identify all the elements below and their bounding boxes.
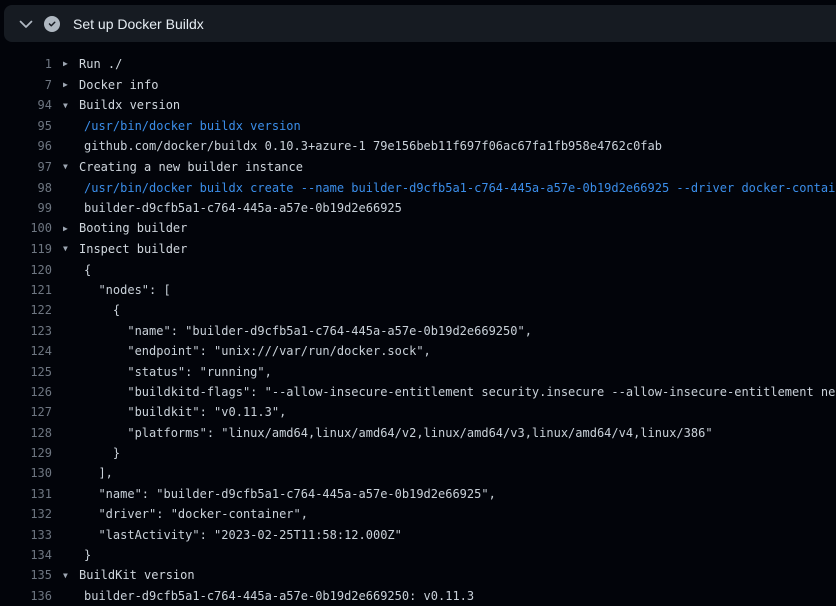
log-line-number[interactable]: 121 [0, 280, 52, 300]
log-output-text: "buildkitd-flags": "--allow-insecure-ent… [63, 382, 836, 402]
log-line: 98/usr/bin/docker buildx create --name b… [0, 178, 836, 198]
log-line: 132 "driver": "docker-container", [0, 504, 836, 524]
step-title: Set up Docker Buildx [73, 16, 204, 32]
log-line: 99 builder-d9cfb5a1-c764-445a-a57e-0b19d2… [0, 198, 836, 218]
log-line: 135 ▼BuildKit version [0, 565, 836, 586]
log-line-number[interactable]: 128 [0, 423, 52, 443]
log-line-number[interactable]: 1 [0, 54, 52, 75]
log-group-title[interactable]: Docker info [79, 78, 158, 92]
log-output-text: "platforms": "linux/amd64,linux/amd64/v2… [63, 423, 713, 443]
group-expanded-arrow-icon[interactable]: ▼ [63, 96, 79, 116]
group-collapsed-arrow-icon[interactable]: ▶ [63, 54, 79, 74]
log-command-text: /usr/bin/docker buildx version [63, 116, 301, 136]
log-line-number[interactable]: 122 [0, 300, 52, 320]
log-group-title[interactable]: BuildKit version [79, 568, 195, 582]
log-output-text: github.com/docker/buildx 0.10.3+azure-1 … [63, 136, 662, 156]
log-output-text: "status": "running", [63, 362, 272, 382]
log-line-number[interactable]: 126 [0, 382, 52, 402]
group-expanded-arrow-icon[interactable]: ▼ [63, 157, 79, 177]
log-line-number[interactable]: 130 [0, 463, 52, 483]
log-line: 130 ], [0, 463, 836, 483]
log-line-number[interactable]: 119 [0, 239, 52, 260]
log-line: 94 ▼Buildx version [0, 95, 836, 116]
group-collapsed-arrow-icon[interactable]: ▶ [63, 219, 79, 239]
log-line: 131 "name": "builder-d9cfb5a1-c764-445a-… [0, 484, 836, 504]
log-group-title[interactable]: Creating a new builder instance [79, 160, 303, 174]
log-line: 133 "lastActivity": "2023-02-25T11:58:12… [0, 525, 836, 545]
log-line: 126 "buildkitd-flags": "--allow-insecure… [0, 382, 836, 402]
log-line: 128 "platforms": "linux/amd64,linux/amd6… [0, 423, 836, 443]
log-output-text: ], [63, 463, 113, 483]
log-line: 127 "buildkit": "v0.11.3", [0, 402, 836, 422]
log-output-text: builder-d9cfb5a1-c764-445a-a57e-0b19d2e6… [63, 586, 474, 606]
log-line-number[interactable]: 97 [0, 157, 52, 178]
log-group-title[interactable]: Booting builder [79, 221, 187, 235]
log-line-number[interactable]: 132 [0, 504, 52, 524]
log-line-number[interactable]: 136 [0, 586, 52, 606]
log-output-text: } [63, 545, 91, 565]
log-output-text: "nodes": [ [63, 280, 171, 300]
log-group-title[interactable]: Buildx version [79, 98, 180, 112]
log-line-number[interactable]: 124 [0, 341, 52, 361]
log-line-number[interactable]: 7 [0, 75, 52, 96]
log-line: 119 ▼Inspect builder [0, 239, 836, 260]
log-line: 95/usr/bin/docker buildx version [0, 116, 836, 136]
log-line-number[interactable]: 131 [0, 484, 52, 504]
log-output-text: { [63, 260, 91, 280]
log-line-number[interactable]: 95 [0, 116, 52, 136]
log-line-number[interactable]: 96 [0, 136, 52, 156]
log-output-text: "lastActivity": "2023-02-25T11:58:12.000… [63, 525, 402, 545]
check-circle-icon [44, 16, 60, 32]
log-output-text: builder-d9cfb5a1-c764-445a-a57e-0b19d2e6… [63, 198, 402, 218]
log-line: 7 ▶Docker info [0, 75, 836, 96]
log-line: 129 } [0, 443, 836, 463]
log-line-number[interactable]: 135 [0, 565, 52, 586]
group-collapsed-arrow-icon[interactable]: ▶ [63, 75, 79, 95]
log-group-title[interactable]: Run ./ [79, 57, 122, 71]
log-line: 134} [0, 545, 836, 565]
log-line-number[interactable]: 125 [0, 362, 52, 382]
log-line-number[interactable]: 94 [0, 95, 52, 116]
step-header[interactable]: Set up Docker Buildx [4, 5, 836, 42]
log-line: 96 github.com/docker/buildx 0.10.3+azure-… [0, 136, 836, 156]
log-line-number[interactable]: 133 [0, 525, 52, 545]
log-output-text: "driver": "docker-container", [63, 504, 308, 524]
log-line: 125 "status": "running", [0, 362, 836, 382]
log-line-number[interactable]: 123 [0, 321, 52, 341]
group-expanded-arrow-icon[interactable]: ▼ [63, 566, 79, 586]
log-line-number[interactable]: 134 [0, 545, 52, 565]
log-line: 123 "name": "builder-d9cfb5a1-c764-445a-… [0, 321, 836, 341]
group-expanded-arrow-icon[interactable]: ▼ [63, 239, 79, 259]
log-group-title[interactable]: Inspect builder [79, 242, 187, 256]
log-line: 136 builder-d9cfb5a1-c764-445a-a57e-0b19d… [0, 586, 836, 606]
log-line: 124 "endpoint": "unix:///var/run/docker.… [0, 341, 836, 361]
log-output-text: "endpoint": "unix:///var/run/docker.sock… [63, 341, 431, 361]
log-line-number[interactable]: 99 [0, 198, 52, 218]
log-line: 121 "nodes": [ [0, 280, 836, 300]
log-line: 1 ▶Run ./ [0, 54, 836, 75]
log-line: 100 ▶Booting builder [0, 218, 836, 239]
log-output-text: "name": "builder-d9cfb5a1-c764-445a-a57e… [63, 484, 496, 504]
log-viewer: 1▶Run ./7▶Docker info94▼Buildx version95… [0, 54, 836, 606]
log-line-number[interactable]: 100 [0, 218, 52, 239]
log-line-number[interactable]: 127 [0, 402, 52, 422]
log-line-number[interactable]: 129 [0, 443, 52, 463]
log-line: 97 ▼Creating a new builder instance [0, 157, 836, 178]
chevron-down-icon[interactable] [18, 16, 34, 32]
log-command-text: /usr/bin/docker buildx create --name bui… [63, 178, 836, 198]
log-output-text: "buildkit": "v0.11.3", [63, 402, 286, 422]
log-line-number[interactable]: 120 [0, 260, 52, 280]
log-output-text: { [63, 300, 120, 320]
log-line: 120 { [0, 260, 836, 280]
log-line: 122 { [0, 300, 836, 320]
log-output-text: } [63, 443, 120, 463]
log-line-number[interactable]: 98 [0, 178, 52, 198]
log-output-text: "name": "builder-d9cfb5a1-c764-445a-a57e… [63, 321, 532, 341]
